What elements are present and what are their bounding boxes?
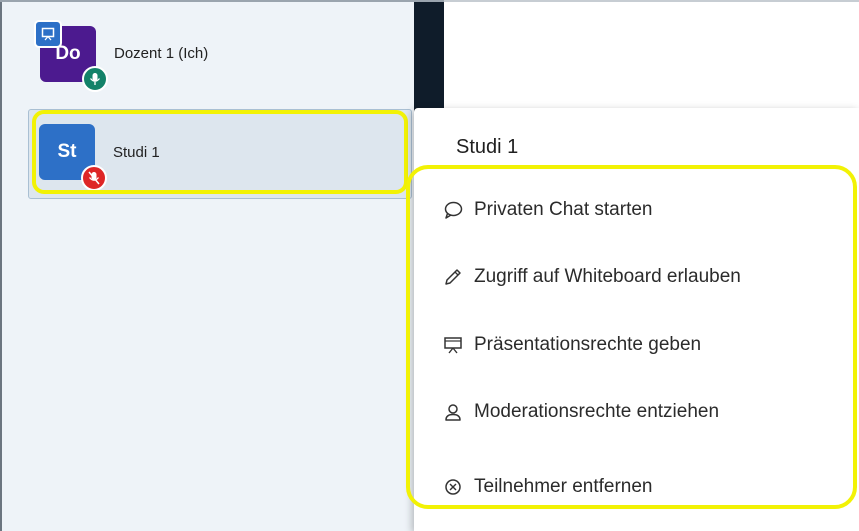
user-list-item[interactable]: Do Dozent 1 (Ich) [28, 14, 408, 98]
selection-highlight-outline [32, 110, 408, 194]
menu-highlight-outline [406, 165, 857, 509]
presenter-icon [34, 20, 62, 48]
menu-title: Studi 1 [456, 136, 519, 158]
microphone-icon [82, 66, 108, 92]
user-name: Dozent 1 (Ich) [114, 45, 209, 62]
